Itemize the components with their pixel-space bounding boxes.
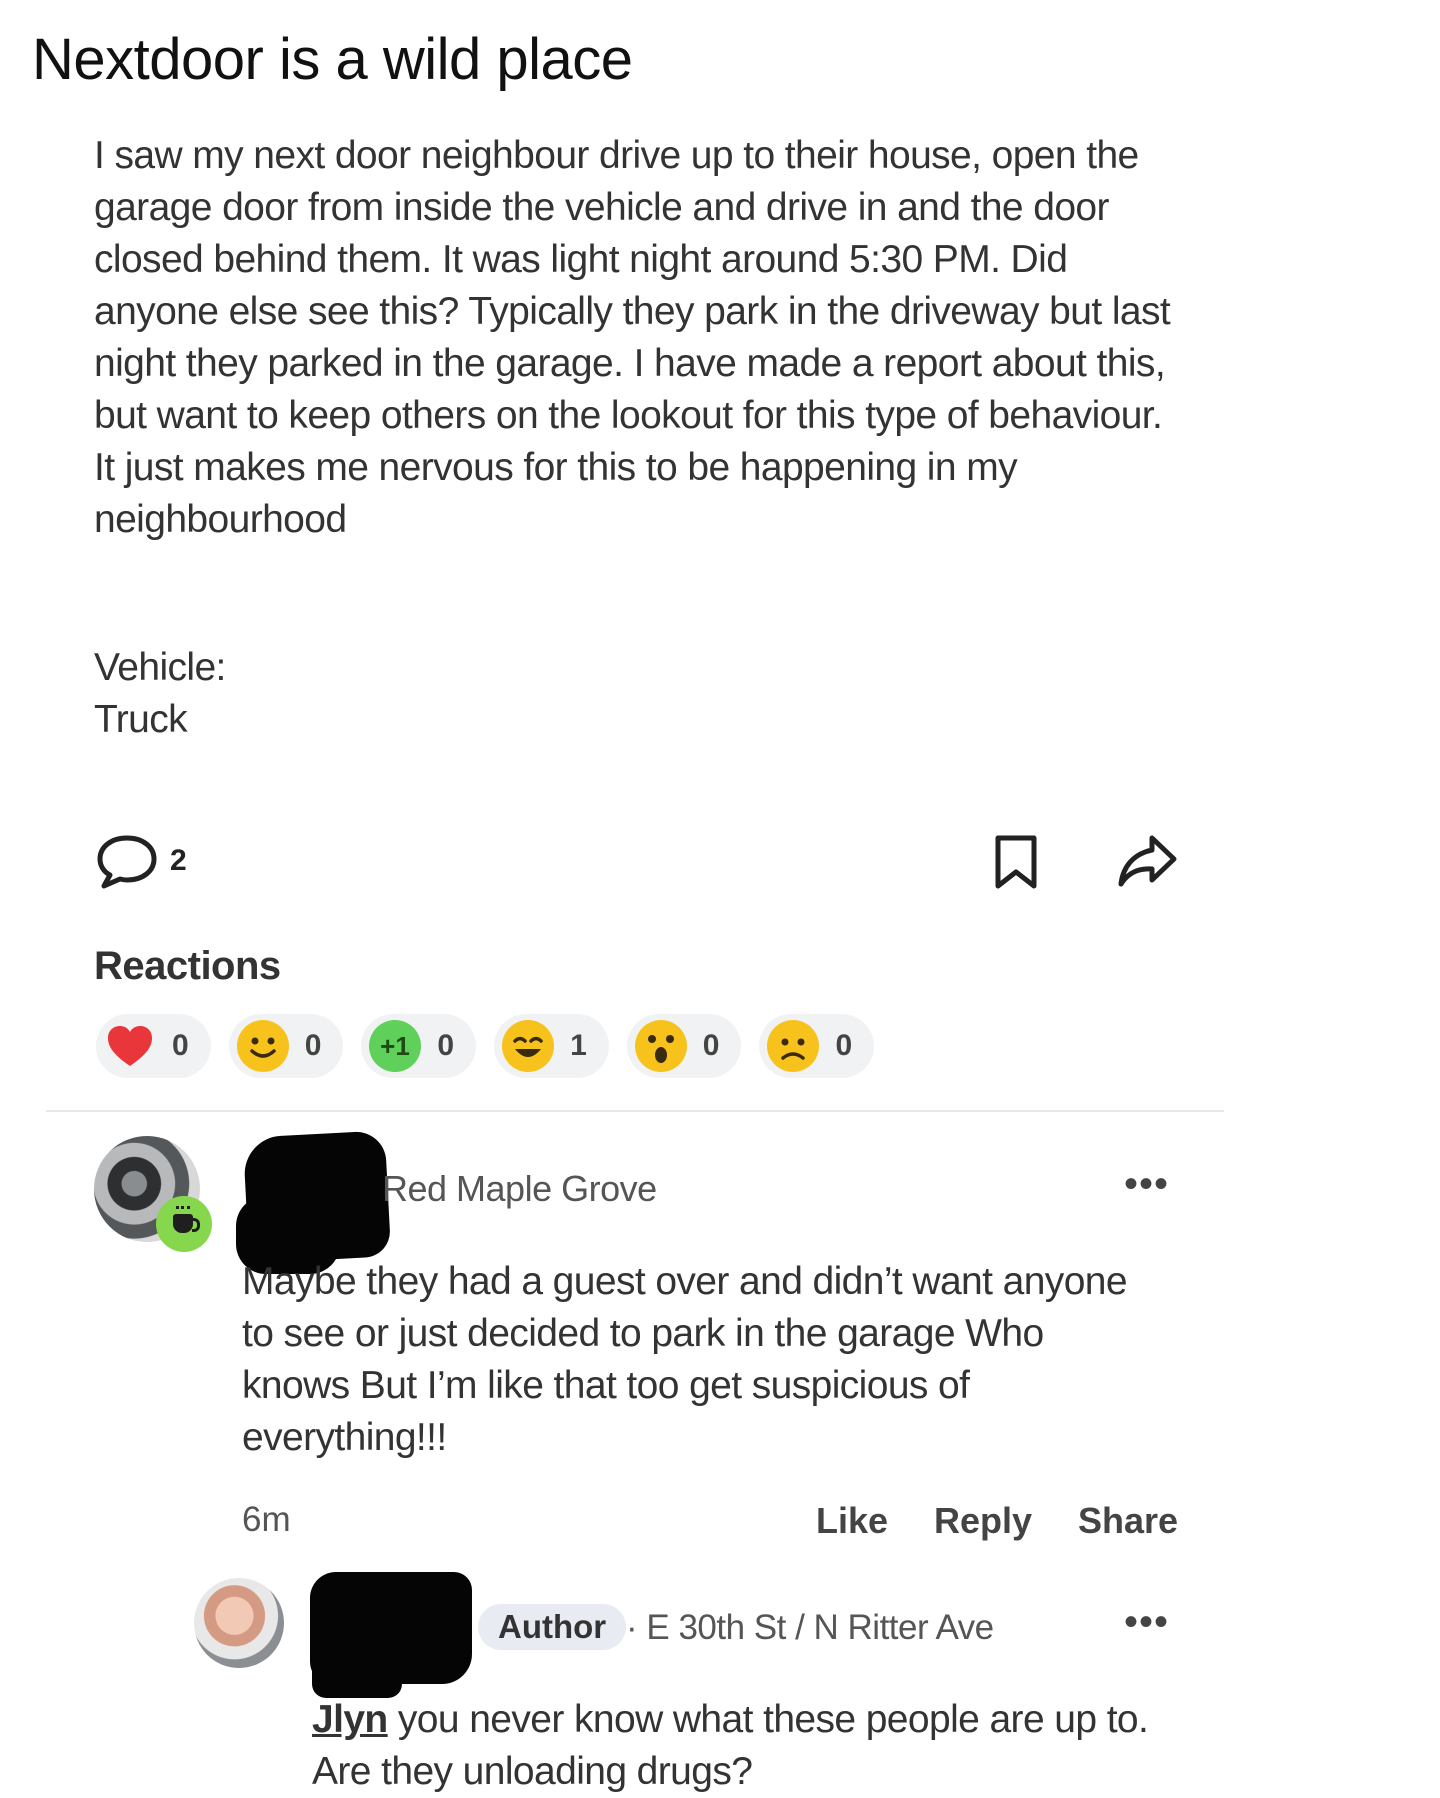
comment-text: Maybe they had a guest over and didn’t w… [242,1260,1128,1459]
reaction-heart[interactable]: 0 [96,1014,211,1078]
plus-one-icon: +1 [369,1020,422,1072]
wow-emoji-icon [634,1020,687,1072]
post-body: I saw my next door neighbour drive up to… [94,134,1171,541]
sad-emoji-icon [767,1020,820,1072]
reaction-count: 0 [835,1029,853,1062]
commenter-neighborhood[interactable]: Red Maple Grove [382,1168,657,1210]
reaction-wow[interactable]: 0 [626,1014,742,1078]
mention-link[interactable]: Jlyn [312,1698,388,1741]
reply-text: Jlyn you never know what these people ar… [312,1694,1192,1798]
share-icon[interactable] [1116,832,1178,890]
share-button[interactable]: Share [1078,1500,1178,1542]
reaction-count: 0 [172,1029,189,1062]
reaction-count: 1 [570,1029,587,1062]
svg-text:+1: +1 [381,1031,411,1061]
redaction-mark [312,1650,402,1698]
more-options-icon[interactable]: ••• [1124,1602,1169,1642]
reaction-laugh[interactable]: 1 [494,1014,609,1078]
page-title: Nextdoor is a wild place [32,27,633,92]
reaction-count: 0 [437,1029,455,1062]
vehicle-label: Vehicle: [94,646,226,689]
more-options-icon[interactable]: ••• [1124,1164,1169,1204]
comment-meta: 6m Like Reply Share [242,1496,1178,1546]
coffee-badge-icon [156,1196,212,1252]
reaction-count: 0 [304,1029,322,1062]
reaction-sad[interactable]: 0 [759,1014,875,1078]
smile-emoji-icon [236,1020,289,1072]
commenter-location[interactable]: · E 30th St / N Ritter Ave [626,1608,994,1648]
reaction-smile[interactable]: 0 [228,1014,344,1078]
reactions-bar: 0 0 +1 0 1 0 0 [96,1014,875,1078]
post-actions: 2 [94,832,1178,892]
bookmark-icon[interactable] [990,834,1042,890]
avatar[interactable] [194,1578,284,1668]
reply-button[interactable]: Reply [934,1500,1032,1542]
like-button[interactable]: Like [816,1500,888,1542]
reactions-title: Reactions [94,944,281,988]
divider [46,1110,1224,1112]
heart-icon [108,1026,152,1066]
reaction-plus-one[interactable]: +1 0 [361,1014,477,1078]
comment-timestamp: 6m [242,1500,291,1539]
reply-body: you never know what these people are up … [312,1698,1149,1793]
reaction-count: 0 [702,1029,720,1062]
comment-count: 2 [170,844,187,877]
vehicle-info: Vehicle: Truck [94,642,226,746]
laugh-emoji-icon [502,1020,555,1072]
author-badge: Author [478,1604,627,1650]
comment-icon[interactable] [94,832,160,890]
vehicle-value: Truck [94,698,188,741]
